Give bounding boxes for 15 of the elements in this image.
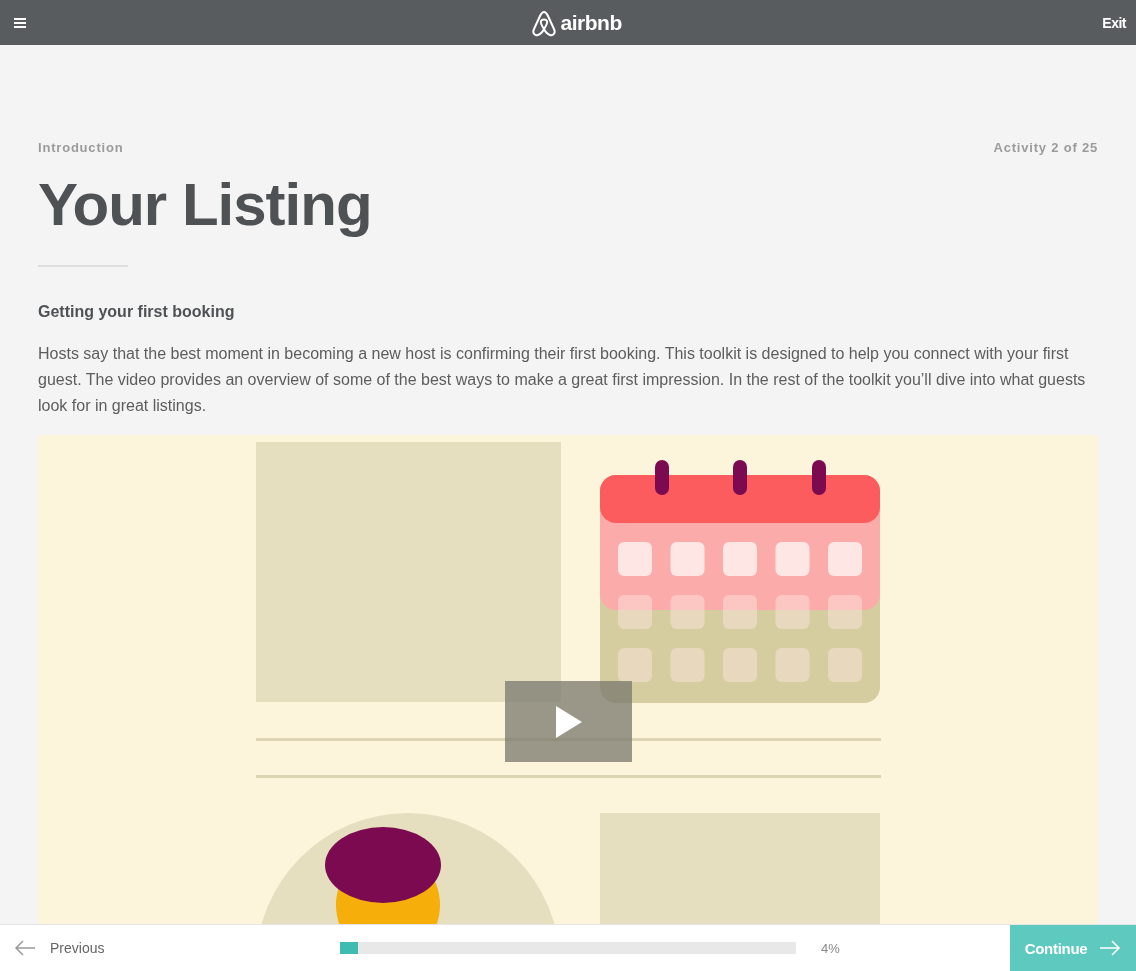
section-heading: Getting your first booking: [38, 303, 236, 321]
logo-text: airbnb: [560, 10, 622, 35]
activity-counter: Activity 2 of 25: [993, 140, 1098, 155]
page-title: Your Listing: [38, 170, 373, 240]
play-icon: [553, 703, 584, 740]
exit-button[interactable]: Exit: [1102, 14, 1126, 31]
left-arrow-icon: [14, 940, 36, 956]
logo-icon: [530, 8, 557, 37]
progress-percent: 4%: [821, 940, 840, 956]
right-arrow-icon: [1099, 940, 1122, 956]
body-text: Hosts say that the best moment in becoming a new host is confirming their first booking. This toolkit is designed to help you connect with your first guest. The video provides an overview of some of the best ways to make a great first impression. In the rest of the toolkit you’ll dive into what guests look for in great listings.: [38, 344, 1087, 416]
menu-icon[interactable]: [14, 17, 26, 28]
section-label: Introduction: [38, 140, 124, 155]
previous-button[interactable]: Previous: [0, 940, 340, 956]
play-button[interactable]: [505, 681, 632, 762]
